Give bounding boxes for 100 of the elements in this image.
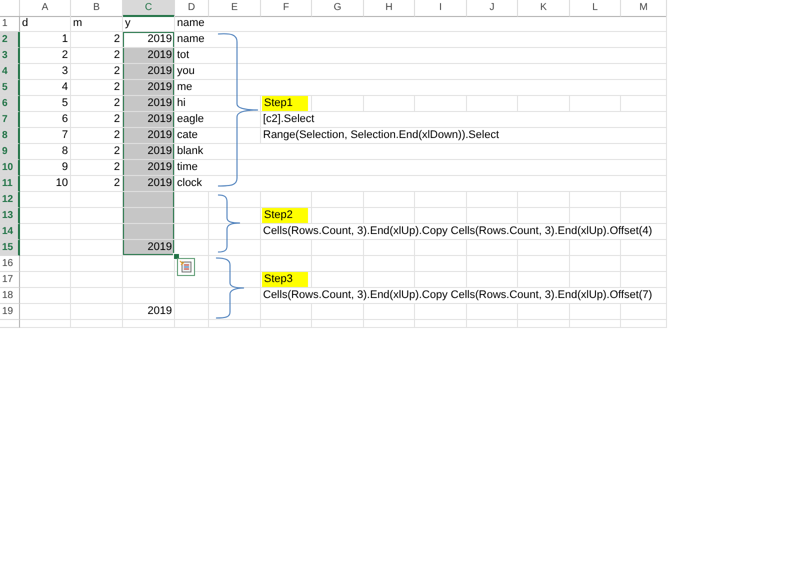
table-cell[interactable]: Step2 — [261, 208, 312, 224]
table-cell[interactable] — [71, 320, 123, 328]
table-cell[interactable]: 3 — [20, 64, 71, 80]
table-cell[interactable]: 2019 — [123, 176, 175, 192]
table-cell[interactable] — [415, 192, 467, 208]
table-cell[interactable] — [209, 288, 261, 304]
table-cell[interactable] — [175, 192, 209, 208]
table-cell[interactable] — [71, 256, 123, 272]
row-header[interactable]: 17 — [0, 272, 20, 288]
column-header[interactable]: G — [312, 0, 364, 17]
table-cell[interactable] — [621, 208, 667, 224]
table-cell[interactable] — [570, 304, 621, 320]
table-cell[interactable]: 2019 — [123, 32, 175, 48]
table-cell[interactable]: 2 — [20, 48, 71, 64]
table-cell[interactable] — [20, 256, 71, 272]
table-cell[interactable]: eagle — [175, 112, 261, 128]
column-header[interactable]: M — [621, 0, 667, 17]
table-cell[interactable] — [364, 304, 415, 320]
table-cell[interactable] — [209, 256, 261, 272]
table-cell[interactable]: 9 — [20, 160, 71, 176]
row-header[interactable]: 6 — [0, 96, 20, 112]
table-cell[interactable] — [518, 256, 570, 272]
table-cell[interactable] — [20, 192, 71, 208]
table-cell[interactable] — [71, 304, 123, 320]
table-cell[interactable] — [312, 96, 364, 112]
table-cell[interactable] — [518, 240, 570, 256]
row-header[interactable]: 5 — [0, 80, 20, 96]
table-cell[interactable] — [621, 320, 667, 328]
table-cell[interactable] — [467, 272, 518, 288]
table-cell[interactable] — [175, 304, 209, 320]
table-cell[interactable] — [518, 192, 570, 208]
table-cell[interactable] — [518, 96, 570, 112]
table-cell[interactable] — [71, 272, 123, 288]
column-header[interactable]: D — [175, 0, 209, 17]
table-cell[interactable]: you — [175, 64, 667, 80]
row-header[interactable]: 10 — [0, 160, 20, 176]
table-cell[interactable] — [621, 304, 667, 320]
table-cell[interactable] — [621, 240, 667, 256]
table-cell[interactable] — [261, 240, 312, 256]
row-header[interactable]: 15 — [0, 240, 20, 256]
table-cell[interactable]: Step3 — [261, 272, 312, 288]
table-cell[interactable] — [518, 304, 570, 320]
table-cell[interactable] — [209, 192, 261, 208]
table-cell[interactable]: me — [175, 80, 667, 96]
column-header[interactable]: A — [20, 0, 71, 17]
table-cell[interactable]: 5 — [20, 96, 71, 112]
table-cell[interactable] — [364, 240, 415, 256]
table-cell[interactable]: blank — [175, 144, 667, 160]
column-header[interactable]: I — [415, 0, 467, 17]
table-cell[interactable]: [c2].Select — [261, 112, 667, 128]
table-cell[interactable] — [209, 240, 261, 256]
table-cell[interactable] — [364, 256, 415, 272]
table-cell[interactable] — [123, 208, 175, 224]
table-cell[interactable] — [20, 240, 71, 256]
column-header[interactable]: J — [467, 0, 518, 17]
table-cell[interactable] — [415, 272, 467, 288]
table-cell[interactable]: 2019 — [123, 240, 175, 256]
table-cell[interactable] — [123, 192, 175, 208]
table-cell[interactable] — [415, 304, 467, 320]
table-cell[interactable] — [570, 320, 621, 328]
table-cell[interactable] — [175, 288, 209, 304]
table-cell[interactable] — [209, 320, 261, 328]
table-cell[interactable]: 2 — [71, 32, 123, 48]
table-cell[interactable] — [312, 304, 364, 320]
table-cell[interactable]: 4 — [20, 80, 71, 96]
table-cell[interactable]: d — [20, 16, 71, 32]
row-header[interactable]: 8 — [0, 128, 20, 144]
row-header[interactable]: 19 — [0, 304, 20, 320]
table-cell[interactable]: 6 — [20, 112, 71, 128]
table-cell[interactable]: 2019 — [123, 64, 175, 80]
table-cell[interactable] — [570, 240, 621, 256]
table-cell[interactable] — [518, 320, 570, 328]
table-cell[interactable]: 2019 — [123, 128, 175, 144]
select-all-corner[interactable] — [0, 0, 20, 17]
row-header[interactable]: 4 — [0, 64, 20, 80]
table-cell[interactable]: 2019 — [123, 112, 175, 128]
column-header[interactable]: C — [123, 0, 175, 17]
table-cell[interactable]: y — [123, 16, 175, 32]
table-cell[interactable] — [123, 224, 175, 240]
row-header[interactable]: 3 — [0, 48, 20, 64]
table-cell[interactable]: 8 — [20, 144, 71, 160]
table-cell[interactable]: 2019 — [123, 96, 175, 112]
table-cell[interactable] — [20, 224, 71, 240]
table-cell[interactable] — [209, 304, 261, 320]
table-cell[interactable] — [20, 272, 71, 288]
column-header[interactable]: E — [209, 0, 261, 17]
table-cell[interactable] — [209, 224, 261, 240]
table-cell[interactable] — [261, 320, 312, 328]
table-cell[interactable] — [312, 272, 364, 288]
table-cell[interactable] — [312, 240, 364, 256]
table-cell[interactable] — [467, 192, 518, 208]
table-cell[interactable] — [570, 192, 621, 208]
table-cell[interactable] — [123, 272, 175, 288]
table-cell[interactable] — [467, 256, 518, 272]
table-cell[interactable]: time — [175, 160, 667, 176]
column-header[interactable]: L — [570, 0, 621, 17]
table-cell[interactable] — [20, 208, 71, 224]
table-cell[interactable] — [467, 320, 518, 328]
table-cell[interactable] — [621, 272, 667, 288]
table-cell[interactable]: Step1 — [261, 96, 312, 112]
